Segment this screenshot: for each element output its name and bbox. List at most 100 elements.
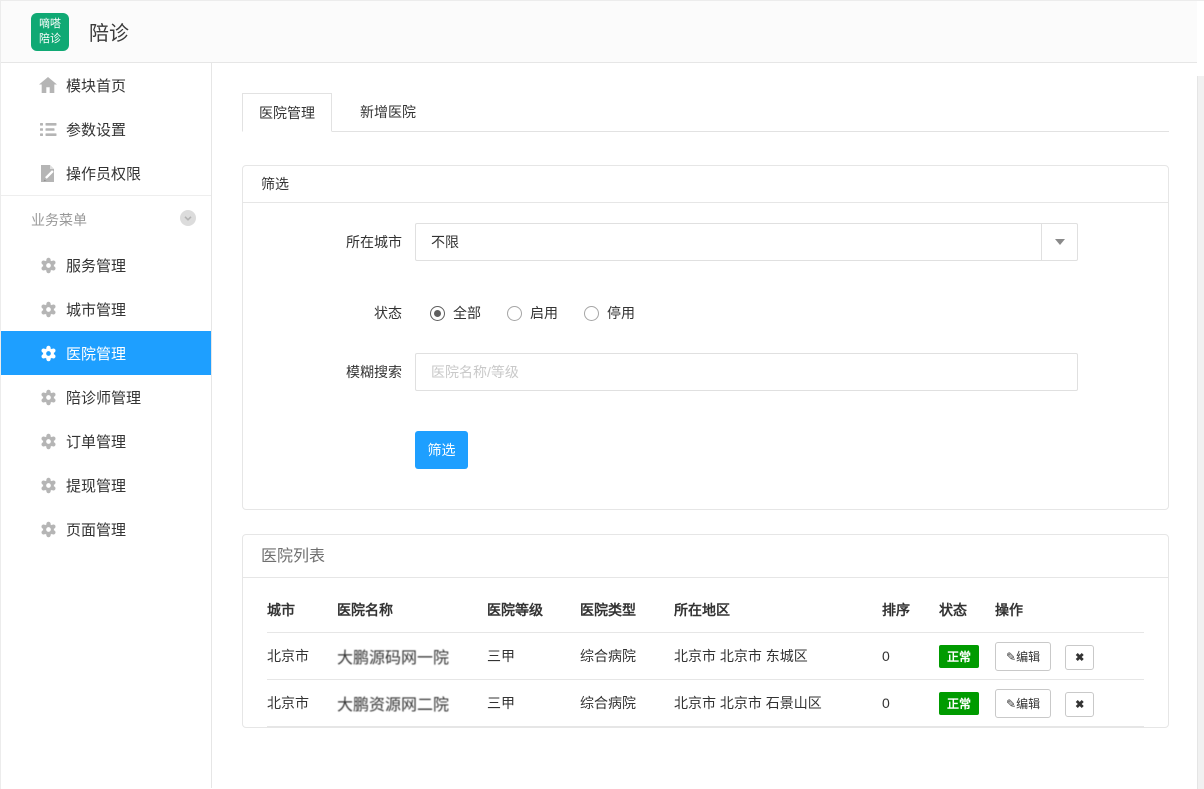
cell-grade: 三甲 bbox=[487, 680, 580, 727]
sidebar-section-label: 业务菜单 bbox=[31, 210, 87, 230]
top-header: 嘀嗒 陪诊 陪诊 bbox=[1, 1, 1204, 63]
sidebar-item-city-mgmt[interactable]: 城市管理 bbox=[1, 287, 211, 331]
sidebar: 模块首页 参数设置 bbox=[1, 63, 212, 788]
table-row: 北京市 大鹏资源网二院 三甲 综合病院 北京市 北京市 石景山区 0 正常 ✎编… bbox=[267, 680, 1144, 727]
sidebar-item-label: 服务管理 bbox=[66, 255, 126, 276]
radio-label: 停用 bbox=[607, 303, 635, 323]
page-title: 陪诊 bbox=[89, 17, 129, 46]
cell-sort: 0 bbox=[882, 680, 939, 727]
status-radio-group: 全部 启用 停用 bbox=[415, 303, 661, 323]
cell-city: 北京市 bbox=[267, 633, 337, 680]
col-header-operation: 操作 bbox=[995, 578, 1144, 633]
cell-city: 北京市 bbox=[267, 680, 337, 727]
fuzzy-search-label: 模糊搜索 bbox=[267, 362, 402, 382]
delete-button[interactable]: ✖ bbox=[1065, 645, 1094, 670]
status-radio-all[interactable]: 全部 bbox=[430, 303, 481, 323]
gear-icon bbox=[39, 520, 57, 538]
table-header-row: 城市 医院名称 医院等级 医院类型 所在地区 排序 状态 操作 bbox=[267, 578, 1144, 633]
main-content: 医院管理 新增医院 筛选 所在城市 不限 bbox=[212, 63, 1204, 788]
sidebar-item-label: 模块首页 bbox=[66, 75, 126, 96]
status-radio-disabled[interactable]: 停用 bbox=[584, 303, 635, 323]
radio-unselected-icon[interactable] bbox=[507, 306, 522, 321]
col-header-sort: 排序 bbox=[882, 578, 939, 633]
home-icon bbox=[39, 76, 57, 94]
sidebar-item-label: 参数设置 bbox=[66, 119, 126, 140]
cell-area: 北京市 北京市 石景山区 bbox=[674, 680, 882, 727]
edit-button[interactable]: ✎编辑 bbox=[995, 642, 1051, 671]
settings-list-icon bbox=[39, 120, 57, 138]
close-icon: ✖ bbox=[1075, 699, 1084, 711]
filter-card: 筛选 所在城市 不限 状态 bbox=[242, 165, 1169, 510]
edit-button[interactable]: ✎编辑 bbox=[995, 689, 1051, 718]
status-radio-enabled[interactable]: 启用 bbox=[507, 303, 558, 323]
delete-button[interactable]: ✖ bbox=[1065, 692, 1094, 717]
chevron-down-circle-icon bbox=[180, 210, 196, 229]
sidebar-item-service-mgmt[interactable]: 服务管理 bbox=[1, 243, 211, 287]
radio-selected-icon[interactable] bbox=[430, 306, 445, 321]
sidebar-item-param-settings[interactable]: 参数设置 bbox=[1, 107, 211, 151]
cell-type: 综合病院 bbox=[580, 633, 674, 680]
city-select-value: 不限 bbox=[416, 232, 1041, 252]
sidebar-item-label: 订单管理 bbox=[66, 431, 126, 452]
gear-icon bbox=[39, 432, 57, 450]
cell-hospital-name: 大鹏资源网二院 bbox=[337, 697, 449, 714]
tab-add-hospital[interactable]: 新增医院 bbox=[332, 93, 444, 131]
scrollbar-thumb[interactable] bbox=[1197, 76, 1204, 789]
col-header-grade: 医院等级 bbox=[487, 578, 580, 633]
filter-card-title: 筛选 bbox=[243, 166, 1168, 203]
sidebar-item-module-home[interactable]: 模块首页 bbox=[1, 63, 211, 107]
admin-page: 嘀嗒 陪诊 陪诊 模块首页 参数设置 bbox=[0, 0, 1204, 789]
logo-text-line2: 陪诊 bbox=[39, 32, 61, 47]
gear-icon bbox=[39, 256, 57, 274]
cell-hospital-name: 大鹏源码网一院 bbox=[337, 650, 449, 667]
sidebar-item-page-mgmt[interactable]: 页面管理 bbox=[1, 507, 211, 551]
sidebar-item-label: 操作员权限 bbox=[66, 163, 141, 184]
city-select-caret-button[interactable] bbox=[1041, 224, 1077, 260]
sidebar-item-label: 提现管理 bbox=[66, 475, 126, 496]
pencil-icon: ✎ bbox=[1006, 697, 1016, 711]
tab-hospital-mgmt[interactable]: 医院管理 bbox=[242, 93, 332, 132]
gear-icon bbox=[39, 388, 57, 406]
sidebar-item-label: 城市管理 bbox=[66, 299, 126, 320]
city-select[interactable]: 不限 bbox=[415, 223, 1078, 261]
sidebar-item-label: 医院管理 bbox=[66, 343, 126, 364]
fuzzy-search-input[interactable] bbox=[415, 353, 1078, 391]
pencil-icon: ✎ bbox=[1006, 650, 1016, 664]
hospital-list-card: 医院列表 城市 医院名称 医院等级 医院类型 所 bbox=[242, 534, 1169, 728]
sidebar-item-label: 陪诊师管理 bbox=[66, 387, 141, 408]
filter-submit-button[interactable]: 筛选 bbox=[415, 431, 468, 469]
sidebar-item-order-mgmt[interactable]: 订单管理 bbox=[1, 419, 211, 463]
radio-label: 启用 bbox=[530, 303, 558, 323]
tab-bar: 医院管理 新增医院 bbox=[242, 93, 1169, 132]
sidebar-item-escort-mgmt[interactable]: 陪诊师管理 bbox=[1, 375, 211, 419]
table-row: 北京市 大鹏源码网一院 三甲 综合病院 北京市 北京市 东城区 0 正常 ✎编辑… bbox=[267, 633, 1144, 680]
gear-icon bbox=[39, 300, 57, 318]
col-header-name: 医院名称 bbox=[337, 578, 487, 633]
vertical-scrollbar[interactable] bbox=[1197, 1, 1204, 789]
sidebar-item-withdraw-mgmt[interactable]: 提现管理 bbox=[1, 463, 211, 507]
app-logo: 嘀嗒 陪诊 bbox=[31, 13, 69, 51]
hospital-list-title: 医院列表 bbox=[243, 535, 1168, 578]
close-icon: ✖ bbox=[1075, 652, 1084, 664]
sidebar-item-hospital-mgmt[interactable]: 医院管理 bbox=[1, 331, 211, 375]
sidebar-item-operator-permissions[interactable]: 操作员权限 bbox=[1, 151, 211, 195]
logo-text-line1: 嘀嗒 bbox=[39, 17, 61, 32]
radio-label: 全部 bbox=[453, 303, 481, 323]
cell-type: 综合病院 bbox=[580, 680, 674, 727]
caret-down-icon bbox=[1055, 239, 1065, 245]
status-label: 状态 bbox=[267, 303, 402, 323]
edit-button-label: 编辑 bbox=[1016, 697, 1040, 711]
cell-sort: 0 bbox=[882, 633, 939, 680]
col-header-city: 城市 bbox=[267, 578, 337, 633]
hospital-table: 城市 医院名称 医院等级 医院类型 所在地区 排序 状态 操作 bbox=[267, 578, 1144, 727]
gear-icon bbox=[39, 344, 57, 362]
status-badge: 正常 bbox=[939, 645, 979, 668]
gear-icon bbox=[39, 476, 57, 494]
col-header-status: 状态 bbox=[939, 578, 995, 633]
status-badge: 正常 bbox=[939, 692, 979, 715]
sidebar-section-business-menu[interactable]: 业务菜单 bbox=[1, 195, 211, 243]
city-label: 所在城市 bbox=[267, 232, 402, 252]
radio-unselected-icon[interactable] bbox=[584, 306, 599, 321]
edit-button-label: 编辑 bbox=[1016, 650, 1040, 664]
document-edit-icon bbox=[39, 164, 57, 182]
